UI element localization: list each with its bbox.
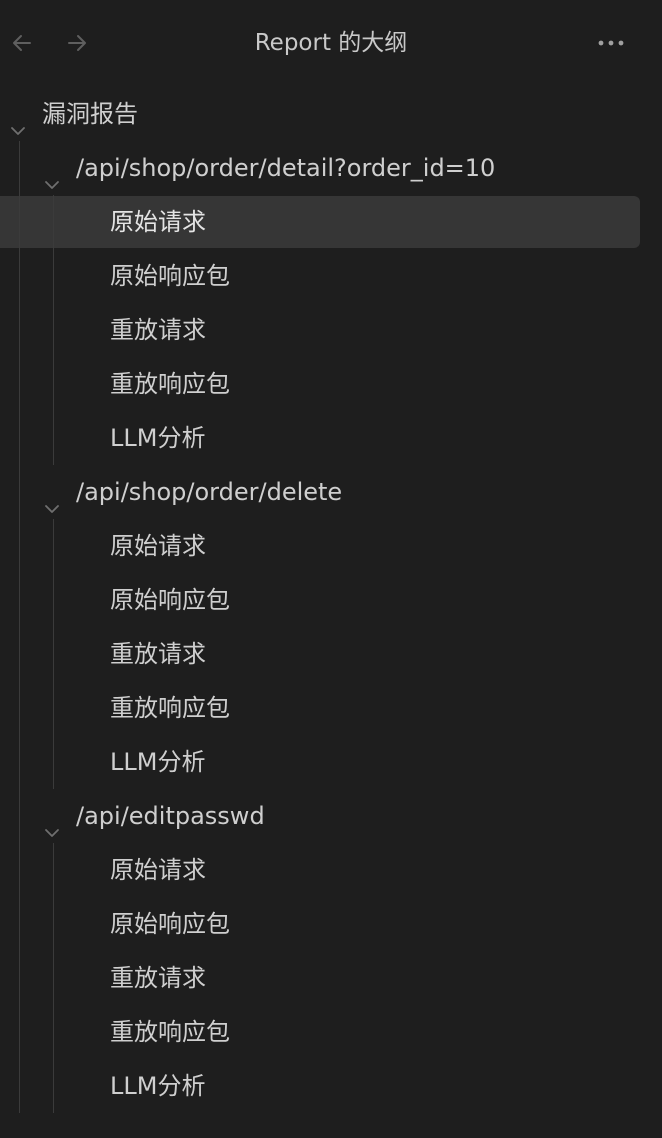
outline-item-label: LLM分析 (110, 748, 206, 776)
outline-section[interactable]: /api/shop/order/delete (0, 465, 662, 519)
indent-guide (19, 141, 20, 1113)
outline-item-label: /api/shop/order/delete (76, 478, 343, 506)
outline-item-label: LLM分析 (110, 1072, 206, 1100)
outline-item[interactable]: 重放响应包 (0, 681, 662, 735)
outline-item[interactable]: 重放响应包 (0, 1005, 662, 1059)
outline-section[interactable]: /api/shop/order/detail?order_id=10 (0, 141, 662, 195)
outline-item[interactable]: 原始响应包 (0, 897, 662, 951)
outline-item-label: 原始响应包 (110, 586, 230, 614)
outline-item-label: 重放响应包 (110, 370, 230, 398)
outline-item[interactable]: 重放请求 (0, 303, 662, 357)
outline-item-label: 原始请求 (110, 856, 206, 884)
chevron-down-icon[interactable] (43, 807, 61, 837)
outline-item-label: 重放响应包 (110, 694, 230, 722)
outline-item-label: 原始请求 (110, 532, 206, 560)
indent-guide (53, 519, 54, 789)
outline-tree: 漏洞报告/api/shop/order/detail?order_id=10 原始… (0, 87, 662, 1113)
outline-item[interactable]: 重放请求 (0, 951, 662, 1005)
chevron-down-icon[interactable] (43, 483, 61, 513)
outline-header: Report 的大纲 (0, 0, 662, 86)
outline-item[interactable]: LLM分析 (0, 411, 662, 465)
outline-section[interactable]: /api/editpasswd (0, 789, 662, 843)
indent-guide (53, 843, 54, 1113)
outline-item[interactable]: LLM分析 (0, 1059, 662, 1113)
outline-item[interactable]: 原始响应包 (0, 573, 662, 627)
chevron-down-icon[interactable] (9, 105, 27, 135)
outline-item[interactable]: 原始响应包 (0, 249, 662, 303)
outline-item-label: 漏洞报告 (42, 100, 138, 128)
more-horizontal-icon (598, 40, 624, 46)
outline-item-label: /api/editpasswd (76, 802, 265, 830)
outline-item[interactable]: 原始请求 (0, 195, 662, 249)
outline-item[interactable]: 原始请求 (0, 519, 662, 573)
outline-item-label: 重放响应包 (110, 1018, 230, 1046)
outline-item-label: 重放请求 (110, 640, 206, 668)
more-options-button[interactable] (596, 28, 626, 58)
outline-item[interactable]: 重放请求 (0, 627, 662, 681)
outline-item-label: 原始请求 (110, 208, 206, 236)
outline-item[interactable]: LLM分析 (0, 735, 662, 789)
outline-title: Report 的大纲 (254, 30, 408, 56)
outline-root[interactable]: 漏洞报告 (0, 87, 662, 141)
outline-item-label: 原始响应包 (110, 910, 230, 938)
outline-item-label: 原始响应包 (110, 262, 230, 290)
outline-item-label: 重放请求 (110, 964, 206, 992)
outline-item-label: LLM分析 (110, 424, 206, 452)
outline-item-label: /api/shop/order/detail?order_id=10 (76, 154, 496, 182)
indent-guide (53, 195, 54, 465)
outline-item[interactable]: 原始请求 (0, 843, 662, 897)
chevron-down-icon[interactable] (43, 159, 61, 189)
outline-item-label: 重放请求 (110, 316, 206, 344)
outline-item[interactable]: 重放响应包 (0, 357, 662, 411)
